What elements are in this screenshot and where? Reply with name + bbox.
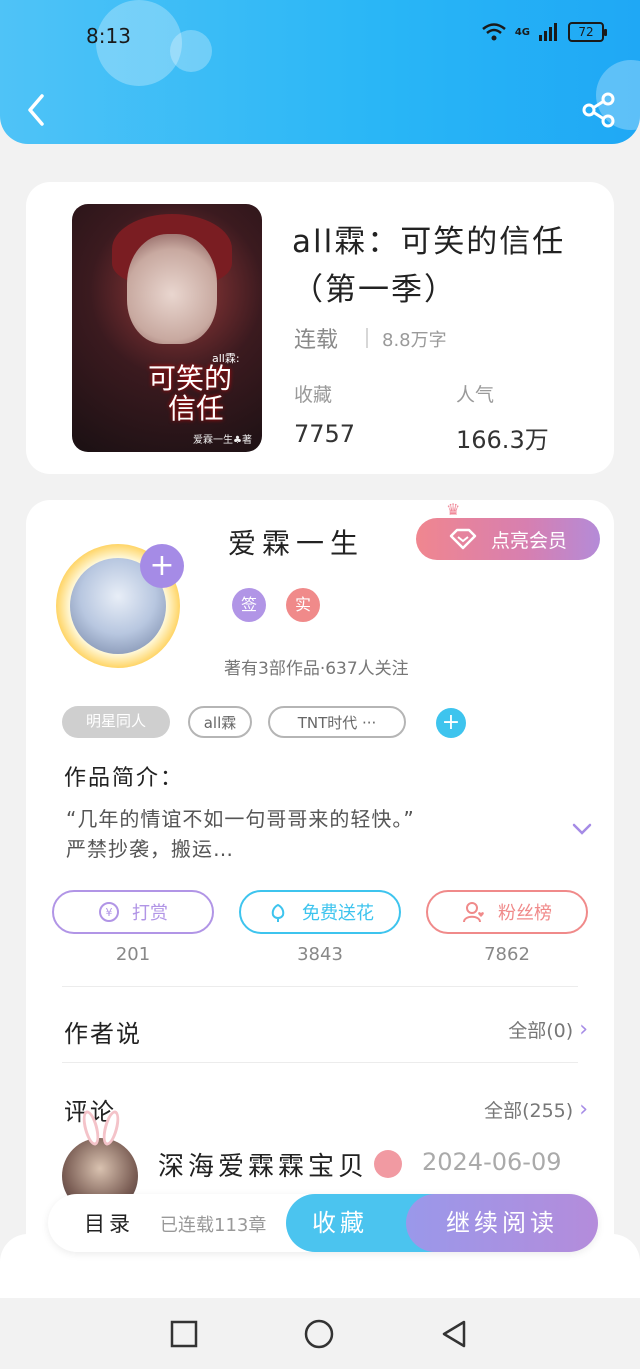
collect-count: 7757: [294, 420, 356, 448]
chevron-down-icon[interactable]: [572, 822, 592, 836]
flower-icon: [271, 903, 285, 922]
top-header: 8:13 4G 72: [0, 0, 640, 144]
network-label: 4G: [514, 26, 530, 38]
intro-line: “几年的情谊不如一句哥哥来的轻快。”: [66, 807, 415, 831]
system-nav-bar: [0, 1298, 640, 1369]
follow-button[interactable]: +: [140, 544, 184, 588]
author-works-info: 著有3部作品·637人关注: [224, 659, 409, 679]
comments-all-label: 全部(255): [484, 1100, 574, 1122]
commenter-name[interactable]: 深海爱霖霖宝贝: [158, 1146, 368, 1183]
status-icons: 4G 72: [481, 22, 607, 42]
cover-title-line1: 可笑的: [148, 362, 233, 395]
book-word-count: 8.8万字: [382, 330, 447, 351]
divider: [62, 1062, 578, 1063]
tag-item[interactable]: 明星同人: [62, 706, 170, 738]
send-flower-label: 免费送花: [302, 903, 374, 924]
decor-bubble: [170, 30, 212, 72]
intro-line: 严禁抄袭，搬运…: [66, 837, 234, 861]
share-icon[interactable]: [582, 92, 616, 128]
book-info-card: all霖: 可笑的 信任 爱霖一生♣著 all霖：可笑的信任（第一季） 连载 8…: [26, 182, 614, 474]
book-cover[interactable]: all霖: 可笑的 信任 爱霖一生♣著: [72, 204, 262, 452]
continue-reading-button[interactable]: 继续阅读: [406, 1194, 598, 1252]
reward-button[interactable]: ¥ 打赏: [52, 890, 214, 934]
tag-item[interactable]: all霖: [188, 706, 252, 738]
popularity-label: 人气: [456, 384, 495, 406]
svg-text:¥: ¥: [106, 906, 113, 919]
vip-button-label: 点亮会员: [490, 529, 567, 552]
reward-label: 打赏: [132, 903, 168, 924]
divider: [62, 986, 578, 987]
chevron-right-icon: ›: [579, 1097, 588, 1122]
status-time: 8:13: [86, 24, 131, 48]
battery-level: 72: [578, 25, 594, 39]
collect-label: 收藏: [294, 384, 333, 406]
cover-title: 可笑的 信任: [148, 364, 232, 425]
divider: [366, 328, 368, 348]
crown-icon: ♛: [446, 500, 461, 519]
recents-icon[interactable]: [168, 1318, 200, 1350]
cover-face: [127, 234, 217, 344]
signal-icon: [539, 23, 557, 41]
fans-rank-button[interactable]: 粉丝榜: [426, 890, 588, 934]
fans-count: 7862: [484, 944, 530, 965]
intro-title: 作品简介：: [64, 766, 185, 791]
vip-diamond-icon: [374, 1150, 402, 1178]
intro-text[interactable]: “几年的情谊不如一句哥哥来的轻快。” 严禁抄袭，搬运…: [66, 804, 536, 864]
signed-badge: 签: [232, 588, 266, 622]
author-card: + 爱霖一生 ♛ 点亮会员 签 实 著有3部作品·637人关注 明星同人 all…: [26, 500, 614, 1260]
home-icon[interactable]: [303, 1318, 335, 1350]
book-title: all霖：可笑的信任（第一季）: [292, 224, 566, 308]
author-name[interactable]: 爱霖一生: [228, 522, 364, 562]
send-flower-button[interactable]: 免费送花: [239, 890, 401, 934]
verified-badge: 实: [286, 588, 320, 622]
comment-date: 2024-06-09: [422, 1148, 562, 1176]
fans-icon: [463, 902, 484, 923]
yen-icon: ¥: [99, 902, 119, 922]
back-arrow-icon[interactable]: [22, 92, 52, 128]
vip-button[interactable]: 点亮会员: [416, 518, 600, 560]
fans-rank-label: 粉丝榜: [498, 903, 552, 924]
reward-count: 201: [115, 944, 151, 965]
diamond-icon: [449, 528, 477, 550]
book-status: 连载: [294, 328, 339, 353]
author-says-title: 作者说: [64, 1020, 142, 1048]
chapter-count: 已连载113章: [160, 1215, 267, 1236]
chevron-right-icon: ›: [579, 1017, 588, 1042]
back-icon[interactable]: [438, 1318, 470, 1350]
cover-author: 爱霖一生♣著: [193, 435, 252, 446]
cover-title-line2: 信任: [168, 392, 225, 425]
comments-all-link[interactable]: 全部(255) ›: [484, 1096, 588, 1123]
catalog-button[interactable]: 目录: [84, 1208, 134, 1238]
add-tag-button[interactable]: +: [436, 708, 466, 738]
battery-icon: 72: [568, 22, 607, 42]
flower-count: 3843: [297, 944, 343, 965]
author-says-all-label: 全部(0): [508, 1020, 574, 1042]
popularity-count: 166.3万: [456, 426, 549, 454]
author-says-all-link[interactable]: 全部(0) ›: [508, 1016, 588, 1043]
bottom-action-bar: 目录 已连载113章 收藏 继续阅读: [48, 1194, 598, 1252]
wifi-icon: [482, 23, 506, 41]
tag-item[interactable]: TNT时代 ···: [268, 706, 406, 738]
